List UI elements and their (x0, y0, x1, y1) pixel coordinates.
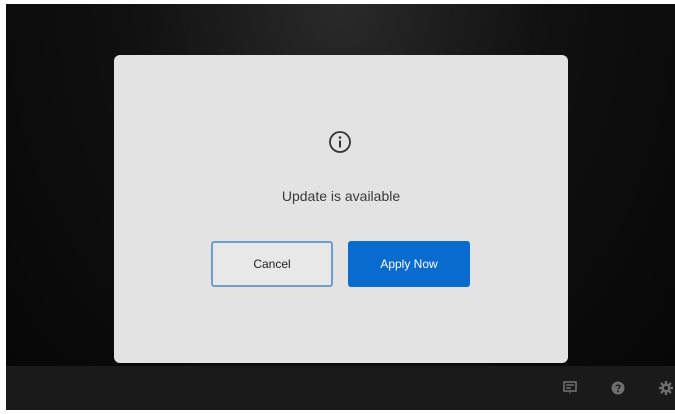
info-icon (328, 130, 352, 154)
update-dialog: Update is available Cancel Apply Now (114, 55, 568, 363)
screen-background: Update is available Cancel Apply Now (6, 4, 675, 410)
dialog-message: Update is available (281, 188, 401, 204)
notification-tray-icon[interactable] (562, 380, 578, 396)
help-icon[interactable] (610, 380, 626, 396)
taskbar (6, 366, 675, 410)
cancel-button[interactable]: Cancel (211, 241, 333, 287)
settings-icon[interactable] (658, 380, 674, 396)
apply-now-button[interactable]: Apply Now (348, 241, 470, 287)
